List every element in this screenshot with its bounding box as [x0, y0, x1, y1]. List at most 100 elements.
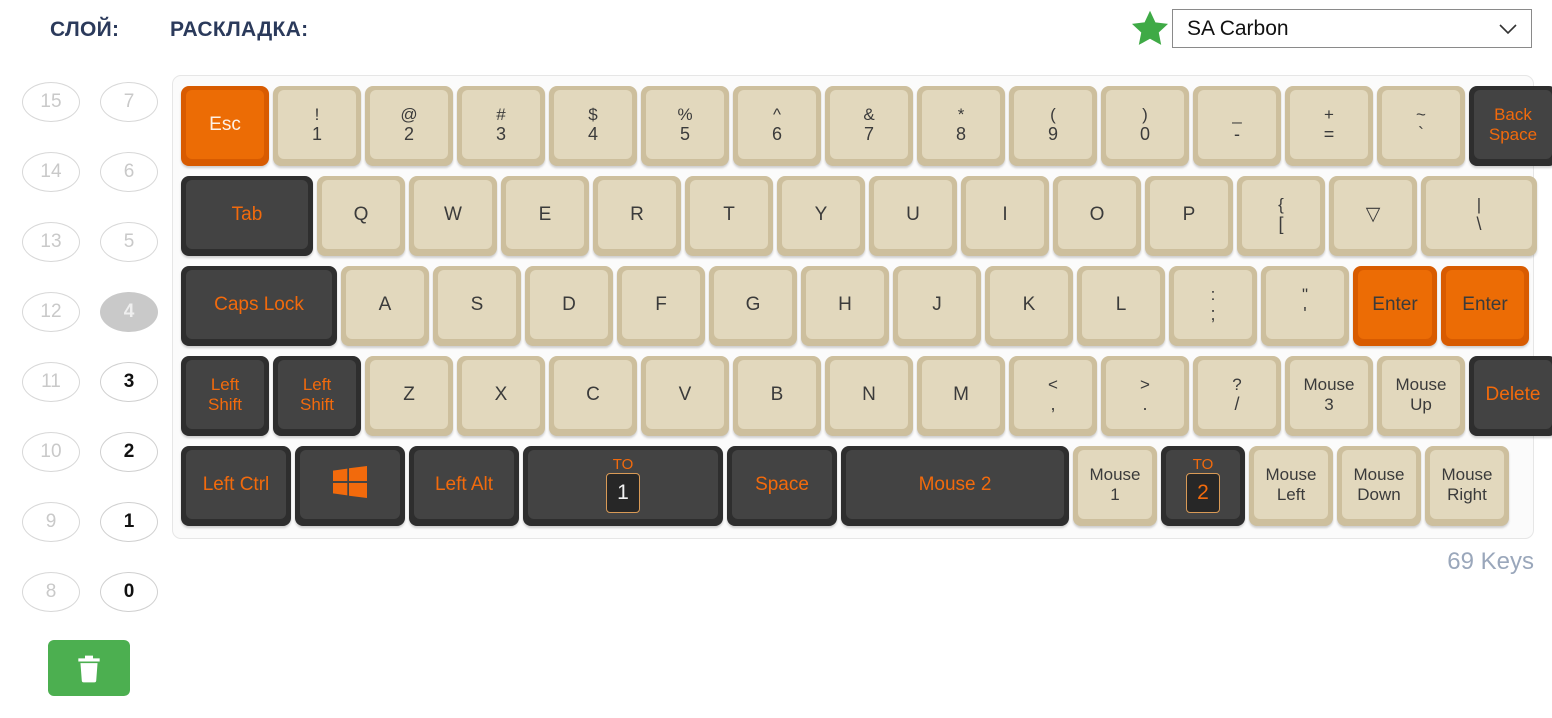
key-legend-bottom: \	[1476, 213, 1482, 234]
key-legend-bottom: 0	[1139, 123, 1150, 144]
key-l[interactable]: L	[1077, 266, 1165, 346]
key-legend: Space	[755, 473, 809, 495]
star-icon[interactable]	[1128, 8, 1172, 50]
key-mouse-right[interactable]: Mouse Right	[1425, 446, 1509, 526]
key-esc[interactable]: Esc	[181, 86, 269, 166]
key-9[interactable]: (9	[1009, 86, 1097, 166]
key-8[interactable]: * 8	[917, 86, 1005, 166]
key-grave[interactable]: ~ `	[1377, 86, 1465, 166]
key-semicolon[interactable]: :;	[1169, 266, 1257, 346]
key-g[interactable]: G	[709, 266, 797, 346]
key-h[interactable]: H	[801, 266, 889, 346]
key-face: G	[714, 270, 792, 339]
key-5[interactable]: % 5	[641, 86, 729, 166]
key-legend: N	[862, 383, 876, 405]
key-2[interactable]: @2	[365, 86, 453, 166]
key-4[interactable]: $4	[549, 86, 637, 166]
key-left-ctrl[interactable]: Left Ctrl	[181, 446, 291, 526]
key-enter-2[interactable]: Enter	[1441, 266, 1529, 346]
layer-button-4[interactable]: 4	[100, 292, 158, 332]
key-s[interactable]: S	[433, 266, 521, 346]
key-mouse-up[interactable]: Mouse Up	[1377, 356, 1465, 436]
key-enter-1[interactable]: Enter	[1353, 266, 1437, 346]
key-c[interactable]: C	[549, 356, 637, 436]
key-u[interactable]: U	[869, 176, 957, 256]
key-backslash[interactable]: | \	[1421, 176, 1537, 256]
key-to-layer-1[interactable]: TO 1	[523, 446, 723, 526]
key-n[interactable]: N	[825, 356, 913, 436]
key-delete[interactable]: Delete	[1469, 356, 1552, 436]
key-face: & 7	[830, 90, 908, 159]
key-f[interactable]: F	[617, 266, 705, 346]
key-0[interactable]: ) 0	[1101, 86, 1189, 166]
key-x[interactable]: X	[457, 356, 545, 436]
key-w[interactable]: W	[409, 176, 497, 256]
key-e[interactable]: E	[501, 176, 589, 256]
key-legend: U	[906, 203, 920, 225]
key-p[interactable]: P	[1145, 176, 1233, 256]
key-legend: F	[655, 293, 667, 315]
key-backspace[interactable]: Back Space	[1469, 86, 1552, 166]
key-left-shift-1[interactable]: Left Shift	[181, 356, 269, 436]
key-r[interactable]: R	[593, 176, 681, 256]
key-bracket-left[interactable]: {[	[1237, 176, 1325, 256]
layer-button-2[interactable]: 2	[100, 432, 158, 472]
key-m[interactable]: M	[917, 356, 1005, 436]
key-to-layer-2[interactable]: TO 2	[1161, 446, 1245, 526]
key-legend-top: %	[677, 104, 693, 124]
key-legend-bottom: 1	[311, 123, 322, 144]
key-i[interactable]: I	[961, 176, 1049, 256]
key-caps-lock[interactable]: Caps Lock	[181, 266, 337, 346]
key-a[interactable]: A	[341, 266, 429, 346]
key-quote[interactable]: " '	[1261, 266, 1349, 346]
key-mouse-1[interactable]: Mouse 1	[1073, 446, 1157, 526]
key-face: Enter	[1446, 270, 1524, 339]
key-face: + =	[1290, 90, 1368, 159]
key-t[interactable]: T	[685, 176, 773, 256]
key-windows[interactable]	[295, 446, 405, 526]
key-face: Mouse Down	[1342, 450, 1416, 519]
key-left-shift-2[interactable]: Left Shift	[273, 356, 361, 436]
key-7[interactable]: & 7	[825, 86, 913, 166]
key-y[interactable]: Y	[777, 176, 865, 256]
layer-button-15: 15	[22, 82, 80, 122]
key-6[interactable]: ^ 6	[733, 86, 821, 166]
key-space[interactable]: Space	[727, 446, 837, 526]
key-1[interactable]: ! 1	[273, 86, 361, 166]
key-legend-top: +	[1324, 104, 1334, 124]
key-equals[interactable]: + =	[1285, 86, 1373, 166]
key-tab[interactable]: Tab	[181, 176, 313, 256]
key-k[interactable]: K	[985, 266, 1073, 346]
key-comma[interactable]: <,	[1009, 356, 1097, 436]
layer-button-1[interactable]: 1	[100, 502, 158, 542]
key-3[interactable]: #3	[457, 86, 545, 166]
key-legend-top: "	[1301, 284, 1309, 304]
key-mouse-left[interactable]: Mouse Left	[1249, 446, 1333, 526]
layer-button-0[interactable]: 0	[100, 572, 158, 612]
key-bracket-right[interactable]: ▽	[1329, 176, 1417, 256]
layout-select[interactable]: SA Carbon	[1172, 9, 1532, 48]
key-q[interactable]: Q	[317, 176, 405, 256]
key-legend-bottom: 8	[955, 123, 966, 144]
key-j[interactable]: J	[893, 266, 981, 346]
key-to-label: TO	[612, 455, 634, 473]
key-legend: C	[586, 383, 600, 405]
key-face: Back Space	[1474, 90, 1552, 159]
key-mouse-down[interactable]: Mouse Down	[1337, 446, 1421, 526]
key-v[interactable]: V	[641, 356, 729, 436]
delete-layer-button[interactable]	[48, 640, 130, 696]
key-slash[interactable]: ? /	[1193, 356, 1281, 436]
key-left-alt[interactable]: Left Alt	[409, 446, 519, 526]
key-o[interactable]: O	[1053, 176, 1141, 256]
key-legend-bottom: ,	[1050, 393, 1056, 414]
key-minus[interactable]: _ -	[1193, 86, 1281, 166]
key-face: Y	[782, 180, 860, 249]
layer-button-3[interactable]: 3	[100, 362, 158, 402]
key-period[interactable]: >.	[1101, 356, 1189, 436]
key-legend: V	[678, 383, 692, 405]
key-d[interactable]: D	[525, 266, 613, 346]
key-z[interactable]: Z	[365, 356, 453, 436]
key-mouse-3[interactable]: Mouse 3	[1285, 356, 1373, 436]
key-mouse-2[interactable]: Mouse 2	[841, 446, 1069, 526]
key-b[interactable]: B	[733, 356, 821, 436]
